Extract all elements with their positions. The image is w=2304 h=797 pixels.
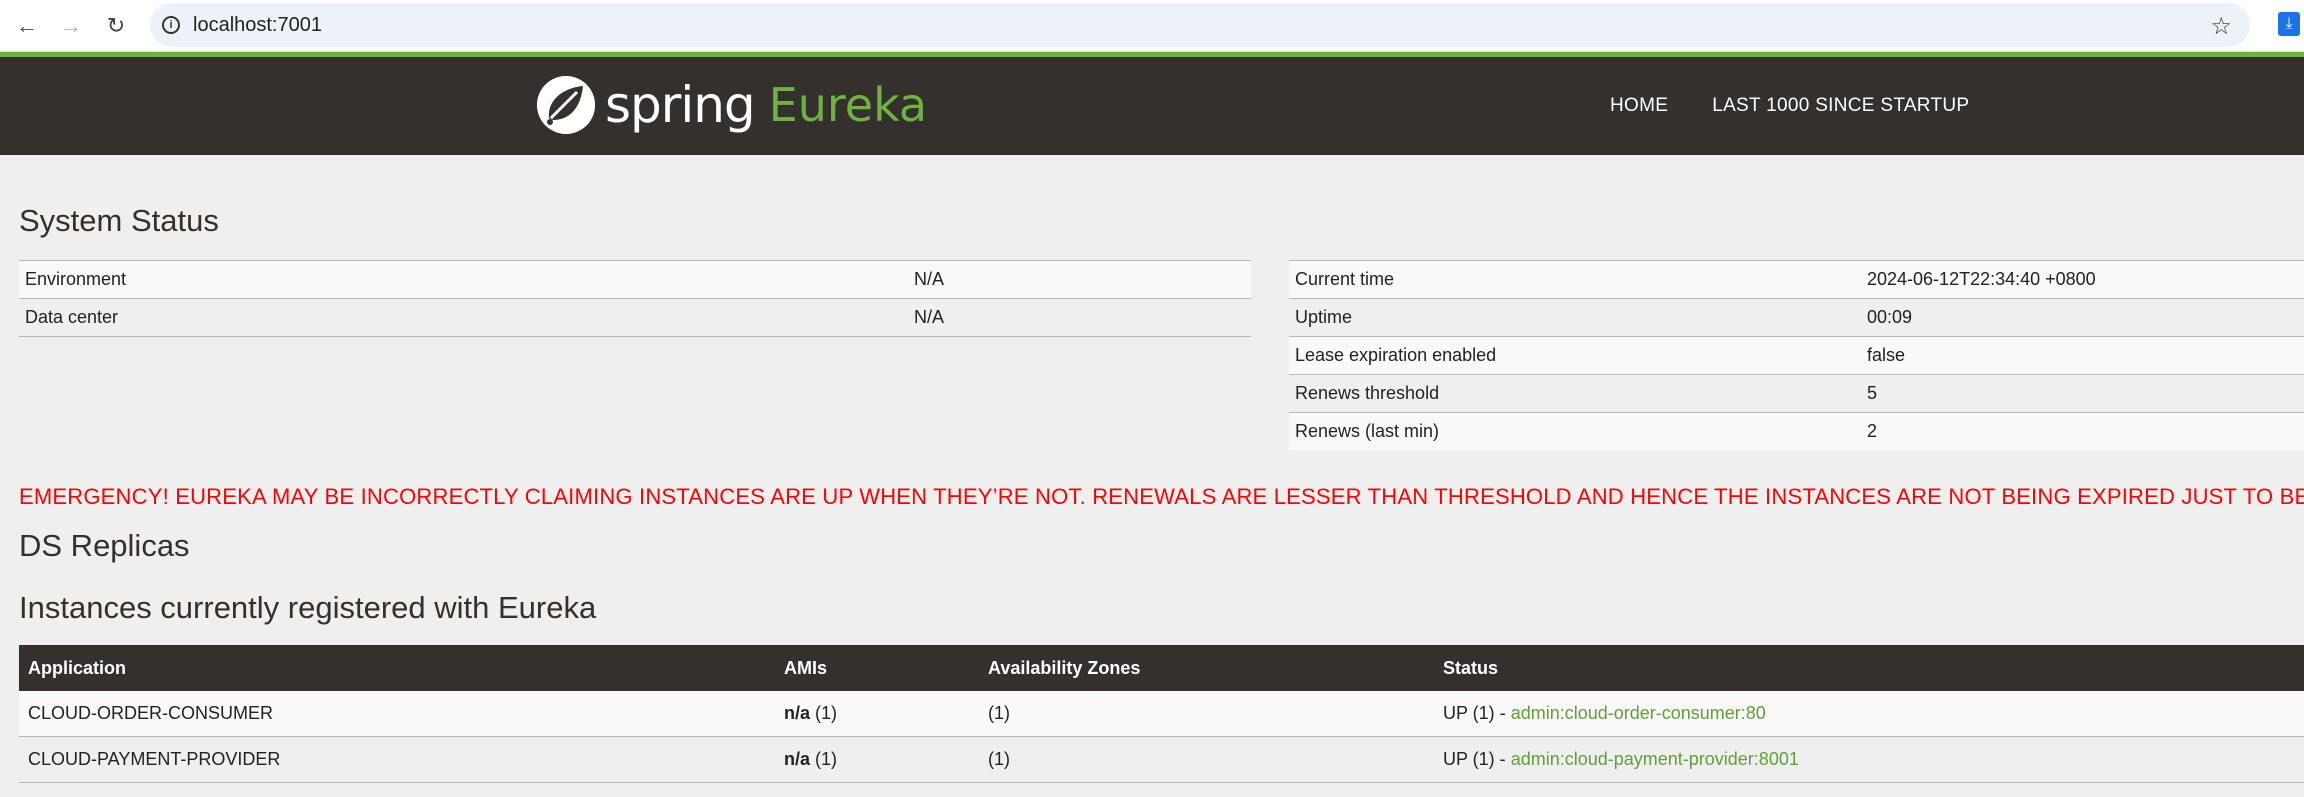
stat-label: Data center (19, 298, 908, 337)
stat-value: 2024-06-12T22:34:40 +0800 (1861, 260, 2304, 299)
status-text: UP (1) - (1443, 703, 1511, 723)
column-header-amis: AMIs (775, 645, 979, 691)
browser-toolbar: ← → ↻ i localhost:7001 ☆ ⤓ (0, 0, 2304, 52)
stat-value: N/A (908, 298, 1251, 337)
url-text[interactable]: localhost:7001 (193, 14, 322, 37)
site-info-icon[interactable]: i (162, 16, 180, 34)
stat-label: Renews threshold (1289, 374, 1861, 413)
system-status-right-table: Current time 2024-06-12T22:34:40 +0800 U… (1289, 260, 2304, 450)
zones-cell: (1) (979, 691, 1434, 737)
amis-cell: n/a (1) (775, 691, 979, 737)
spring-leaf-icon (537, 76, 595, 134)
table-row: Uptime 00:09 (1289, 298, 2304, 337)
reload-icon[interactable]: ↻ (99, 10, 133, 42)
bookmark-star-icon[interactable]: ☆ (2210, 12, 2232, 41)
stat-value: 5 (1861, 374, 2304, 413)
brand-logo[interactable]: spring Eureka (537, 75, 927, 135)
stat-value: false (1861, 336, 2304, 375)
ds-replicas-title: DS Replicas (19, 528, 190, 563)
amis-cell: n/a (1) (775, 736, 979, 783)
application-name: CLOUD-ORDER-CONSUMER (19, 691, 775, 737)
stat-label: Renews (last min) (1289, 412, 1861, 450)
status-cell: UP (1) - admin:cloud-order-consumer:80 (1434, 691, 2304, 737)
ami-count: (1) (815, 703, 838, 723)
nav-last-1000-link[interactable]: LAST 1000 SINCE STARTUP (1712, 95, 1969, 117)
stat-value: 00:09 (1861, 298, 2304, 337)
table-row: CLOUD-PAYMENT-PROVIDER n/a (1) (1) UP (1… (19, 736, 2304, 783)
ami-label: n/a (784, 749, 811, 769)
stat-label: Current time (1289, 260, 1861, 299)
navbar: spring Eureka HOME LAST 1000 SINCE START… (0, 57, 2304, 155)
table-row: CLOUD-ORDER-CONSUMER n/a (1) (1) UP (1) … (19, 691, 2304, 737)
table-row: Renews threshold 5 (1289, 374, 2304, 413)
instance-link[interactable]: admin:cloud-payment-provider:8001 (1511, 749, 1799, 769)
stat-label: Lease expiration enabled (1289, 336, 1861, 375)
status-text: UP (1) - (1443, 749, 1511, 769)
table-row: Renews (last min) 2 (1289, 412, 2304, 450)
brand-eureka-text: Eureka (768, 78, 928, 132)
brand-spring-text: spring (605, 76, 756, 134)
download-icon[interactable]: ⤓ (2278, 12, 2300, 36)
table-row: Environment N/A (19, 260, 1251, 299)
forward-icon[interactable]: → (54, 10, 88, 42)
column-header-zones: Availability Zones (979, 645, 1434, 691)
zones-cell: (1) (979, 736, 1434, 783)
stat-value: 2 (1861, 412, 2304, 450)
system-status-left-table: Environment N/A Data center N/A (19, 260, 1251, 337)
status-cell: UP (1) - admin:cloud-payment-provider:80… (1434, 736, 2304, 783)
address-bar[interactable]: i localhost:7001 ☆ (150, 3, 2250, 47)
stat-value: N/A (908, 260, 1251, 299)
instances-table: Application AMIs Availability Zones Stat… (19, 645, 2304, 783)
ami-label: n/a (784, 703, 811, 723)
ami-count: (1) (815, 749, 838, 769)
column-header-application: Application (19, 645, 775, 691)
emergency-warning: EMERGENCY! EUREKA MAY BE INCORRECTLY CLA… (19, 484, 2304, 509)
back-icon[interactable]: ← (10, 10, 44, 42)
instance-link[interactable]: admin:cloud-order-consumer:80 (1511, 703, 1766, 723)
table-header-row: Application AMIs Availability Zones Stat… (19, 645, 2304, 691)
table-row: Data center N/A (19, 298, 1251, 337)
stat-label: Uptime (1289, 298, 1861, 337)
table-row: Current time 2024-06-12T22:34:40 +0800 (1289, 260, 2304, 299)
system-status-title: System Status (19, 203, 219, 238)
nav-links: HOME LAST 1000 SINCE STARTUP (1610, 95, 2013, 117)
nav-home-link[interactable]: HOME (1610, 95, 1668, 117)
application-name: CLOUD-PAYMENT-PROVIDER (19, 736, 775, 783)
stat-label: Environment (19, 260, 908, 299)
column-header-status: Status (1434, 645, 2304, 691)
table-row: Lease expiration enabled false (1289, 336, 2304, 375)
instances-title: Instances currently registered with Eure… (19, 590, 597, 625)
